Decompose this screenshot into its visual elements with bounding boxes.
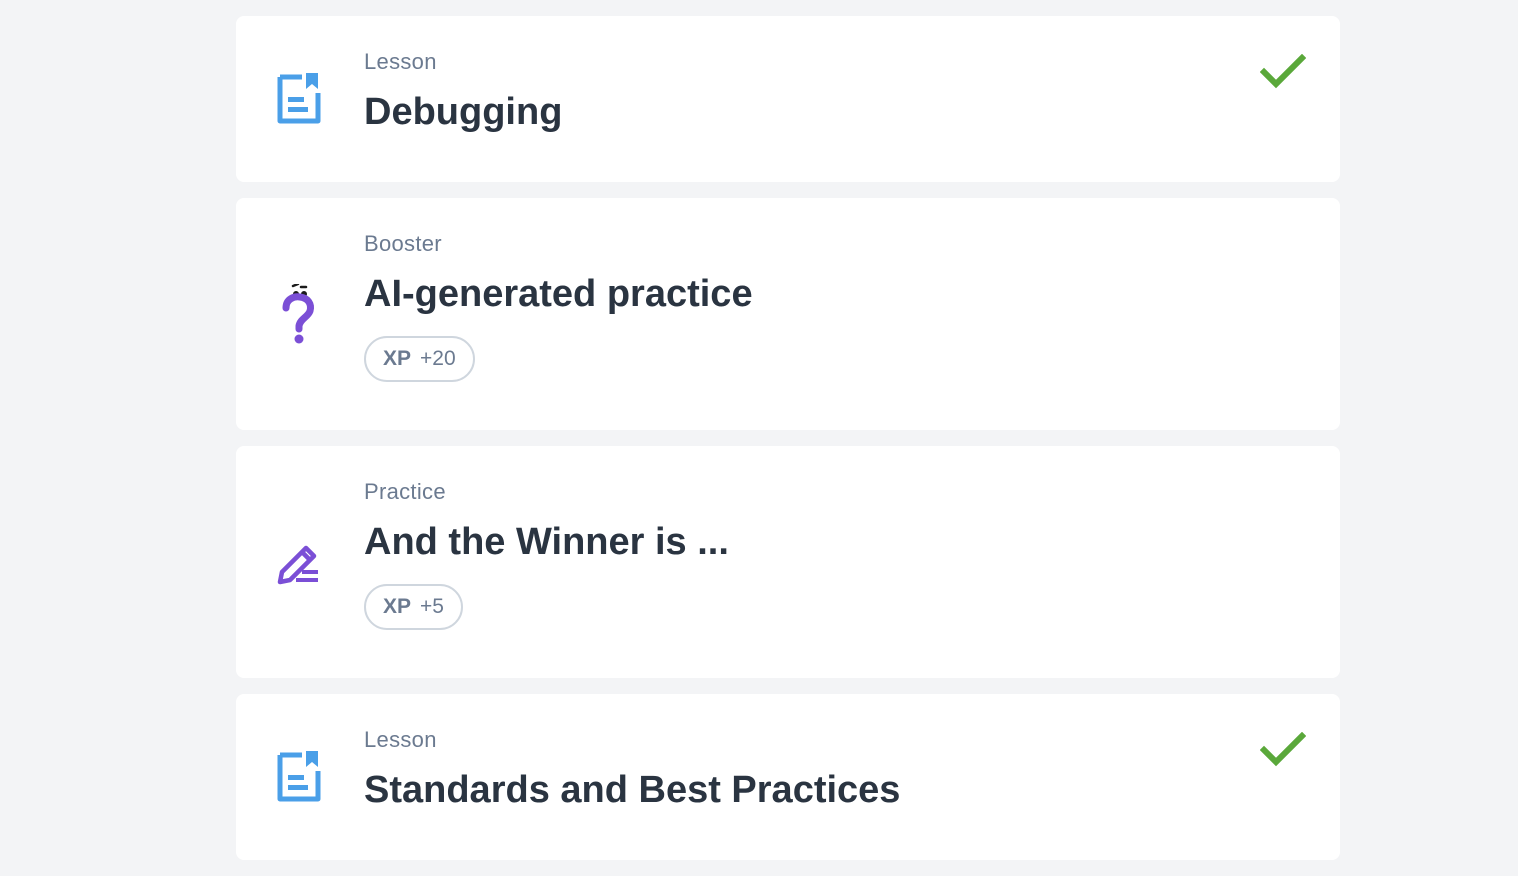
activity-title[interactable]: And the Winner is ... — [364, 520, 1220, 564]
completed-check-icon — [1259, 731, 1307, 768]
xp-label: XP — [383, 347, 412, 370]
pencil-edit-icon — [274, 532, 324, 592]
question-mark-icon — [274, 284, 324, 344]
activity-type: Practice — [364, 479, 446, 504]
lesson-doc-icon — [274, 747, 324, 807]
xp-badge: XP +20 — [364, 336, 475, 382]
activity-type: Lesson — [364, 727, 437, 752]
lesson-doc-icon — [274, 69, 324, 129]
activity-list: Lesson Debugging Booster AI-generated pr… — [236, 16, 1340, 876]
activity-type: Lesson — [364, 49, 437, 74]
completed-check-icon — [1259, 53, 1307, 90]
xp-value: +5 — [420, 595, 444, 618]
activity-title[interactable]: AI-generated practice — [364, 272, 1220, 316]
activity-title[interactable]: Debugging — [364, 90, 1220, 134]
activity-type: Booster — [364, 231, 442, 256]
activity-card-winner-practice[interactable]: Practice And the Winner is ... XP +5 — [236, 446, 1340, 678]
xp-badge: XP +5 — [364, 584, 463, 630]
xp-value: +20 — [420, 347, 456, 370]
activity-title[interactable]: Standards and Best Practices — [364, 768, 1220, 812]
activity-card-debugging[interactable]: Lesson Debugging — [236, 16, 1340, 182]
activity-card-standards[interactable]: Lesson Standards and Best Practices — [236, 694, 1340, 860]
xp-label: XP — [383, 595, 412, 618]
activity-card-ai-practice[interactable]: Booster AI-generated practice XP +20 — [236, 198, 1340, 430]
